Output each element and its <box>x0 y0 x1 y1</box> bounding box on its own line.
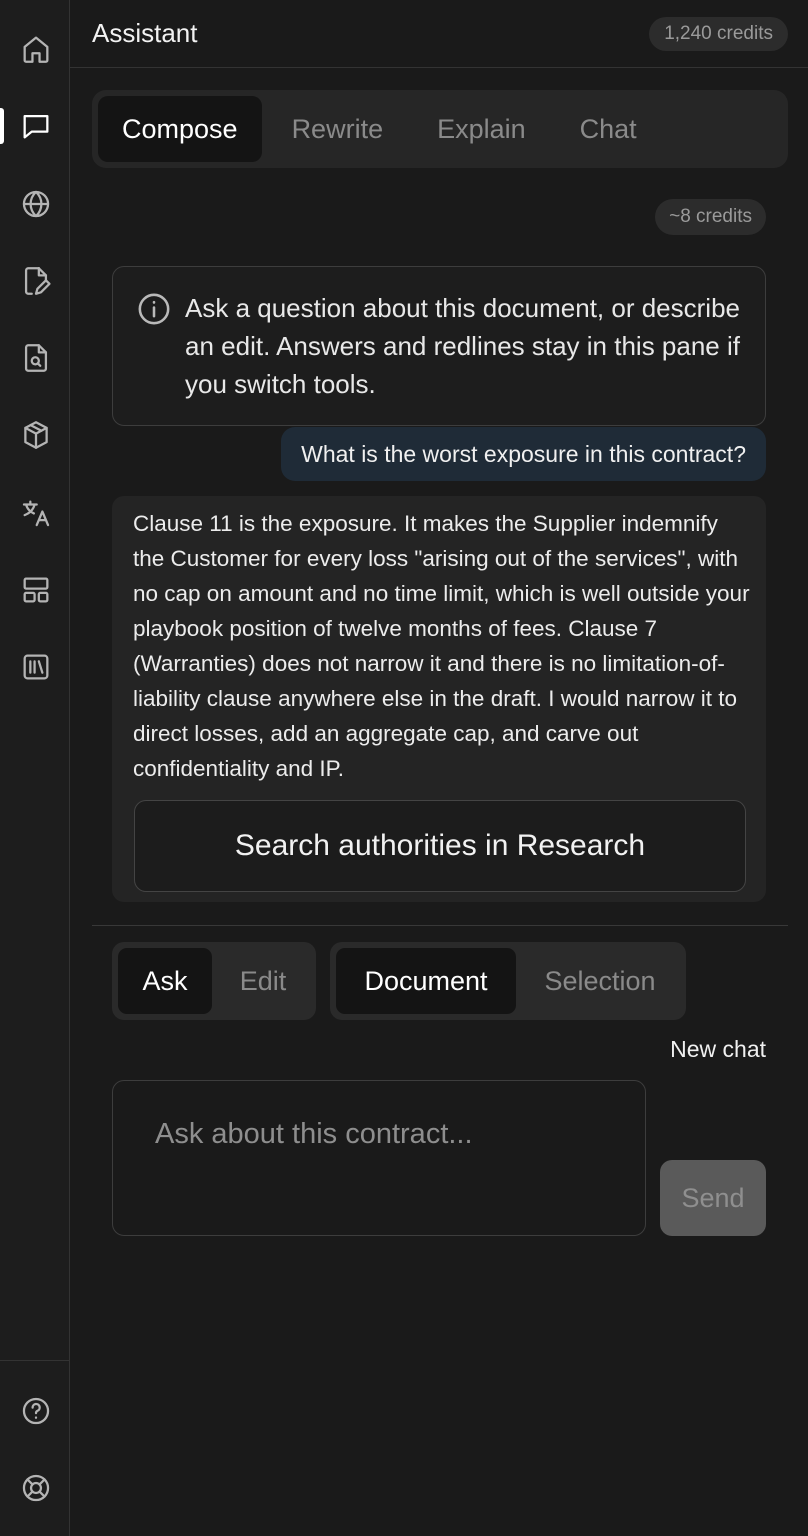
ask-edit-toggle: Ask Edit <box>112 942 316 1020</box>
home-icon <box>23 36 49 63</box>
nav-web[interactable] <box>13 181 59 227</box>
ask-option[interactable]: Ask <box>118 948 212 1014</box>
tab-explain[interactable]: Explain <box>413 96 550 162</box>
library-icon <box>23 654 49 680</box>
nav-support[interactable] <box>13 1465 59 1511</box>
tab-compose[interactable]: Compose <box>98 96 262 162</box>
help-icon <box>22 1397 50 1425</box>
assistant-message: Clause 11 is the exposure. It makes the … <box>112 496 766 902</box>
nav-home[interactable] <box>13 26 59 72</box>
credits-badge: 1,240 credits <box>649 17 788 51</box>
nav-draft[interactable] <box>13 258 59 304</box>
tab-chat[interactable]: Chat <box>556 96 661 162</box>
file-edit-icon <box>24 267 51 295</box>
user-message: What is the worst exposure in this contr… <box>281 427 766 481</box>
chat-bubble-icon <box>23 114 49 139</box>
send-button[interactable]: Send <box>660 1160 766 1236</box>
scope-toggle: Document Selection <box>330 942 686 1020</box>
active-nav-indicator <box>0 108 4 144</box>
document-option[interactable]: Document <box>336 948 516 1014</box>
edit-option[interactable]: Edit <box>216 948 310 1014</box>
cost-estimate-badge: ~8 credits <box>655 199 766 235</box>
nav-templates[interactable] <box>13 567 59 613</box>
divider <box>92 925 788 926</box>
nav-assistant[interactable] <box>13 103 59 149</box>
left-rail <box>0 0 70 1536</box>
nav-help[interactable] <box>13 1388 59 1434</box>
search-research-button[interactable]: Search authorities in Research <box>134 800 746 892</box>
globe-icon <box>22 190 50 218</box>
panel-title: Assistant <box>92 18 198 48</box>
info-icon <box>137 292 171 326</box>
panel-header: Assistant 1,240 credits <box>70 0 808 68</box>
rail-divider <box>0 1360 69 1361</box>
chat-input[interactable] <box>112 1080 646 1236</box>
cube-icon <box>24 421 48 449</box>
translate-icon <box>22 500 50 527</box>
assistant-message-text: Clause 11 is the exposure. It makes the … <box>133 511 750 781</box>
selection-option[interactable]: Selection <box>520 948 680 1014</box>
assistant-app: Assistant 1,240 credits Compose Rewrite … <box>0 0 808 1536</box>
nav-translate[interactable] <box>13 490 59 536</box>
info-notice: Ask a question about this document, or d… <box>112 266 766 426</box>
mode-tabs: Compose Rewrite Explain Chat <box>92 90 788 168</box>
layout-icon <box>23 577 49 603</box>
new-chat-button[interactable]: New chat <box>670 1036 766 1063</box>
file-search-icon <box>24 344 48 372</box>
tab-rewrite[interactable]: Rewrite <box>268 96 408 162</box>
nav-packages[interactable] <box>13 412 59 458</box>
lifebuoy-icon <box>22 1474 50 1502</box>
nav-library[interactable] <box>13 644 59 690</box>
info-text: Ask a question about this document, or d… <box>185 293 740 399</box>
nav-review[interactable] <box>13 335 59 381</box>
